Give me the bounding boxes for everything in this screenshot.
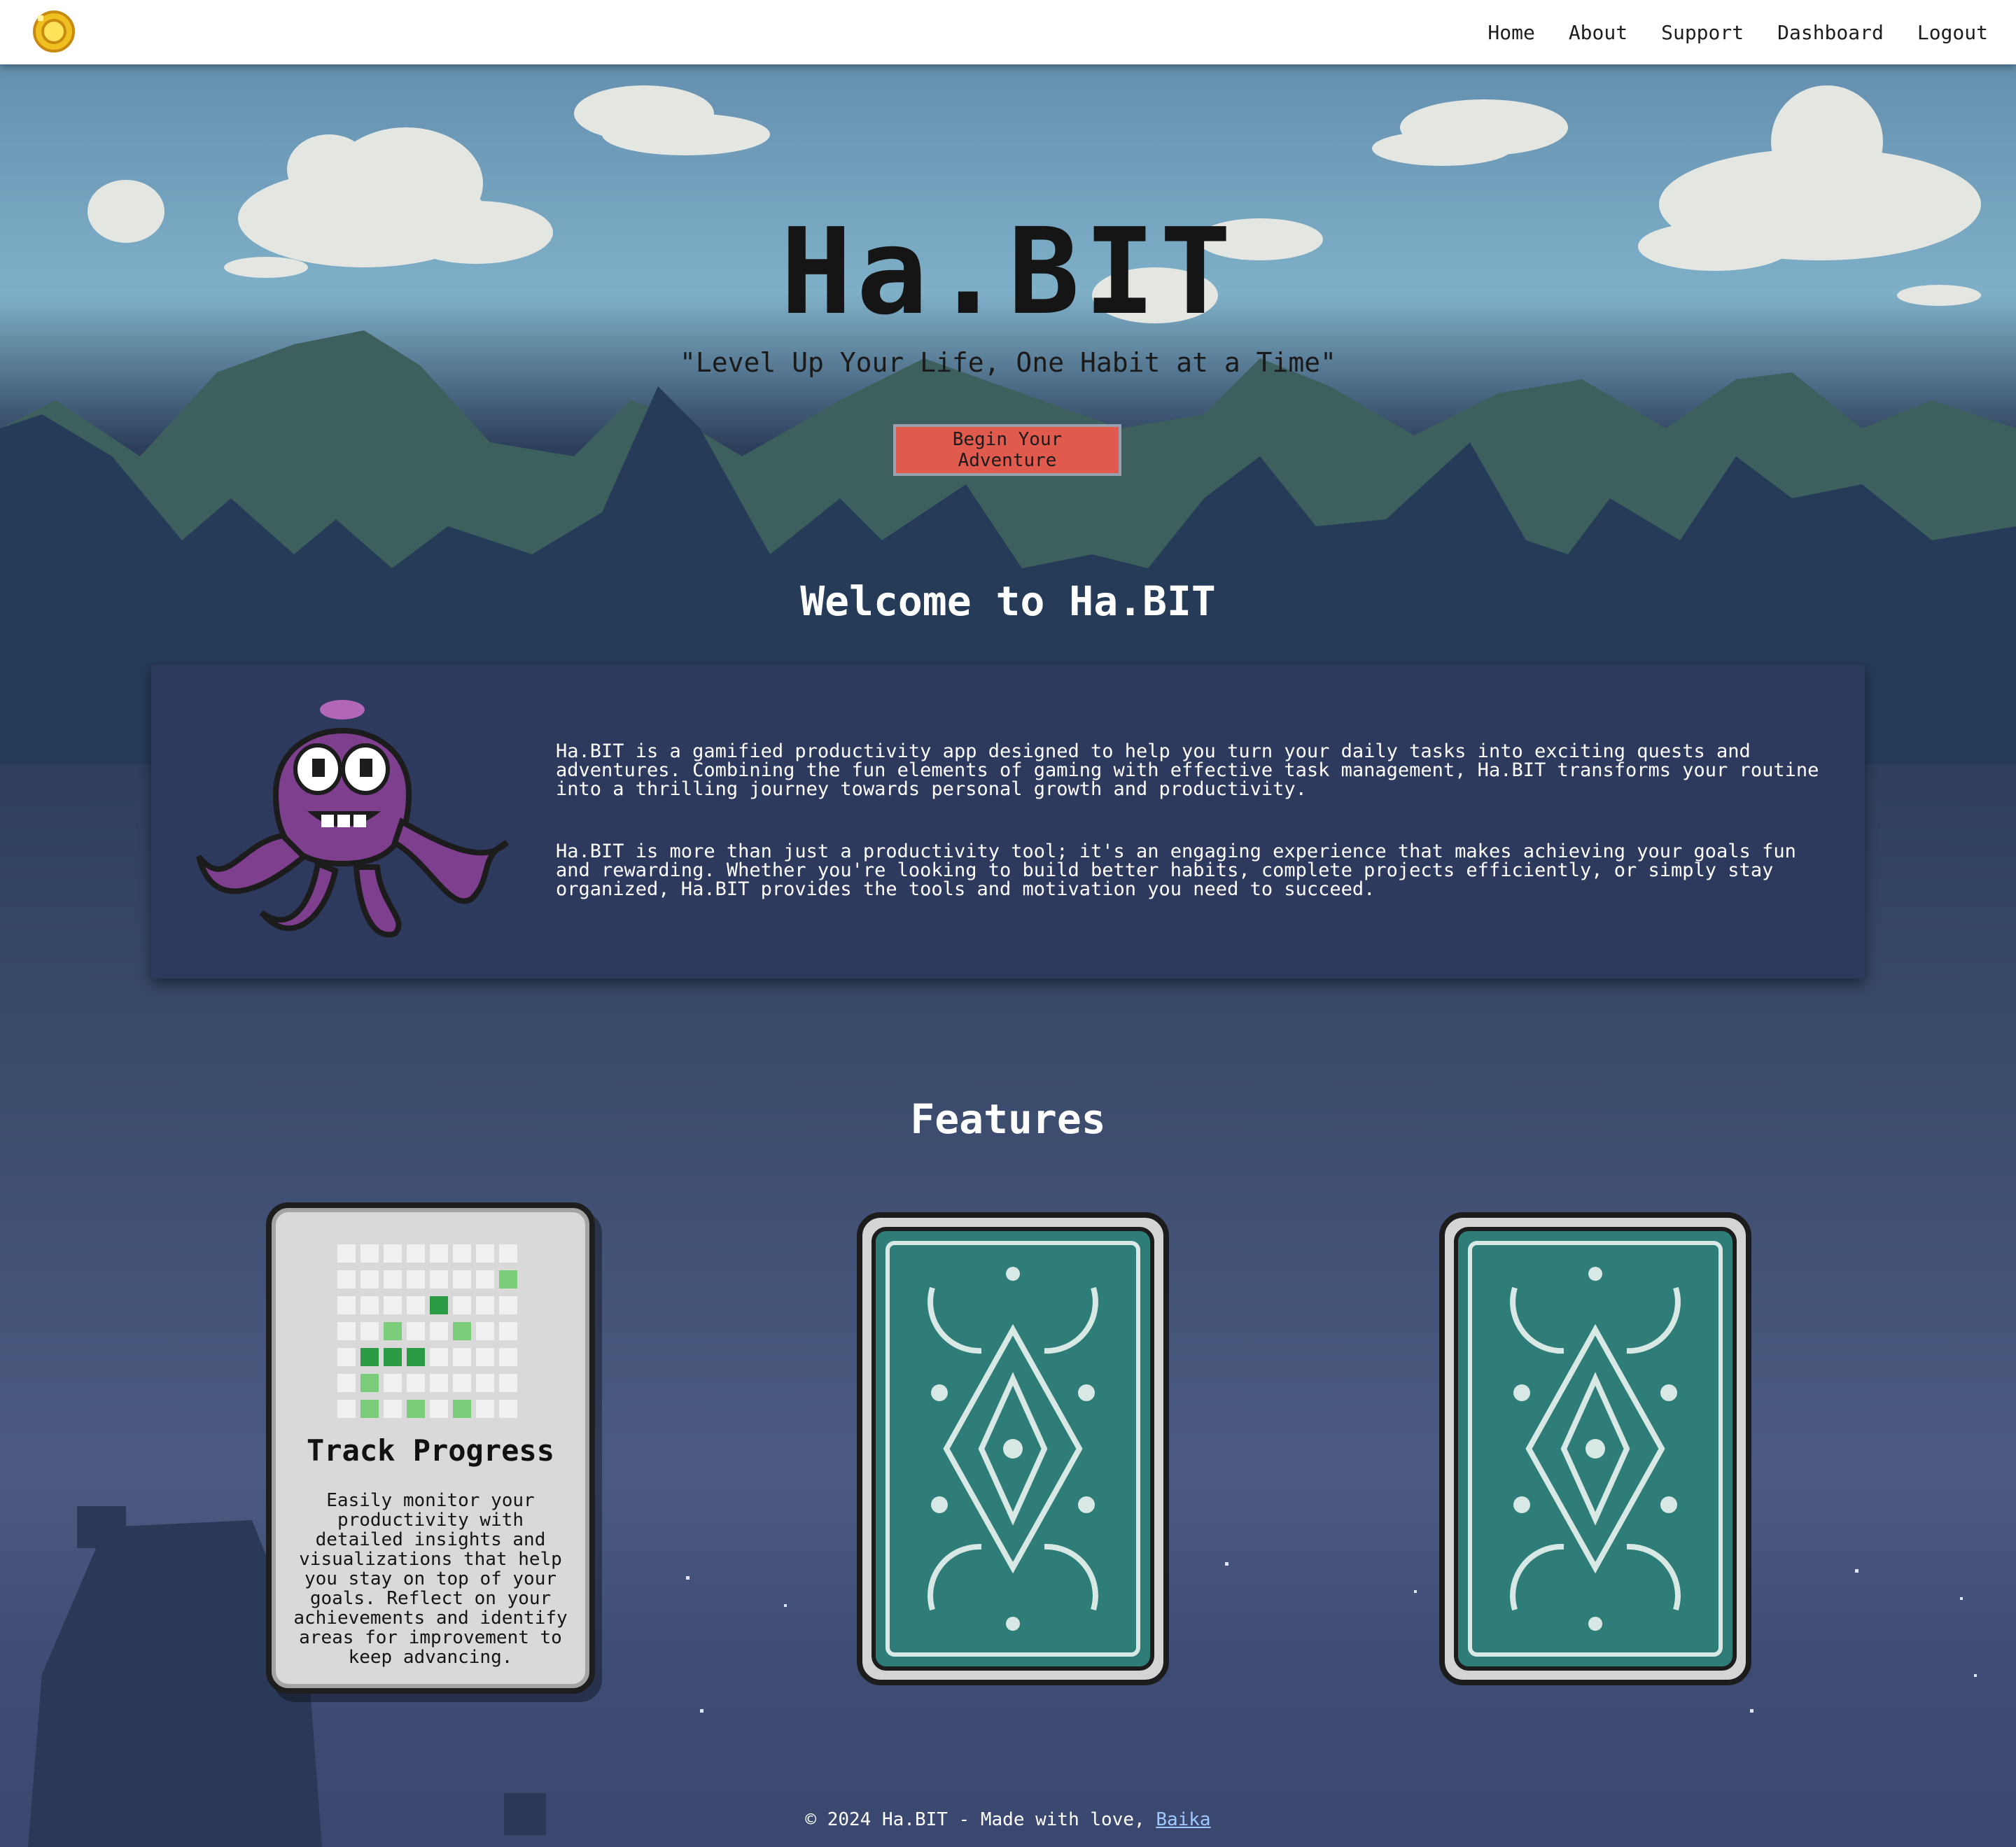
nav-about-link[interactable]: About (1569, 21, 1628, 44)
begin-adventure-button[interactable]: Begin Your Adventure (893, 424, 1121, 476)
welcome-paragraph: Ha.BIT is more than just a productivity … (556, 841, 1796, 900)
nav-home-link[interactable]: Home (1488, 21, 1534, 44)
nav-links: Home About Support Dashboard Logout (1488, 0, 1988, 64)
card-back-icon[interactable] (855, 1211, 1170, 1687)
feature-card-title: Track Progress (306, 1433, 554, 1468)
purple-octopus-icon (185, 682, 521, 962)
welcome-text: Ha.BIT is a gamified productivity app de… (556, 742, 1837, 942)
welcome-title: Welcome to Ha.BIT (800, 577, 1216, 625)
hero-tagline: "Level Up Your Life, One Habit at a Time… (680, 347, 1336, 378)
sun-coin-icon[interactable] (32, 10, 76, 53)
nav-logout-link[interactable]: Logout (1917, 21, 1988, 44)
welcome-paragraph: Ha.BIT is a gamified productivity app de… (556, 740, 1819, 800)
feature-card-description: Easily monitor your productivity with de… (293, 1490, 568, 1668)
features-title: Features (910, 1095, 1106, 1143)
welcome-panel: Ha.BIT is a gamified productivity app de… (151, 665, 1865, 978)
feature-card-track-progress[interactable]: Track Progress Easily monitor your produ… (266, 1202, 595, 1694)
progress-grid-icon (337, 1244, 525, 1429)
footer-author-link[interactable]: Baika (1156, 1809, 1210, 1830)
nav-support-link[interactable]: Support (1661, 21, 1744, 44)
navbar: Home About Support Dashboard Logout (0, 0, 2016, 64)
nav-dashboard-link[interactable]: Dashboard (1777, 21, 1884, 44)
card-back-icon[interactable] (1438, 1211, 1753, 1687)
footer: © 2024 Ha.BIT - Made with love, Baika (0, 1809, 2016, 1830)
hero-title: Ha.BIT (780, 203, 1236, 342)
footer-text: © 2024 Ha.BIT - Made with love, (805, 1809, 1156, 1830)
